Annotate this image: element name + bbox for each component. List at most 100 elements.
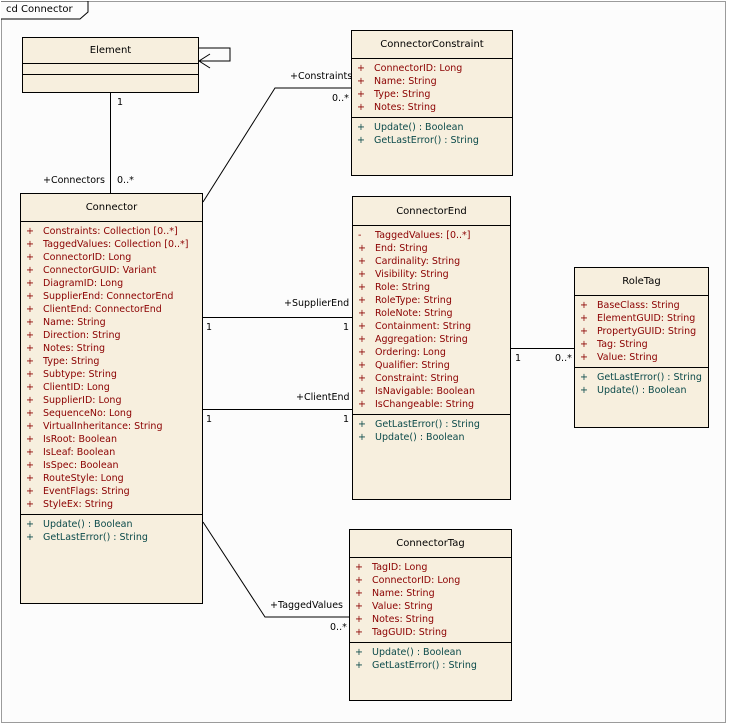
operation-row: + GetLastError() : String <box>21 531 202 544</box>
visibility-marker: + <box>26 408 34 419</box>
attribute-row: + ClientID: Long <box>21 381 202 394</box>
attribute-row: + IsLeaf: Boolean <box>21 446 202 459</box>
visibility-marker: + <box>26 460 34 471</box>
attribute-text: Name: String <box>374 76 437 87</box>
class-role-tag[interactable]: RoleTag + BaseClass: String + ElementGUID:… <box>574 267 709 428</box>
client-end-mult-right: 1 <box>343 414 350 425</box>
attributes-section: + ConnectorID: Long + Name: String + Type: … <box>352 59 512 118</box>
element-multiplicity: 1 <box>117 97 124 108</box>
supplier-end-mult-left: 1 <box>206 322 213 333</box>
attribute-text: Tag: String <box>597 339 648 350</box>
class-name: ConnectorEnd <box>353 197 510 226</box>
attribute-row: - TaggedValues: [0..*] <box>353 229 510 242</box>
attribute-text: Role: String <box>375 282 431 293</box>
assoc-element-self <box>199 47 231 62</box>
visibility-marker: + <box>355 627 363 638</box>
attribute-row: + Notes: String <box>352 101 512 114</box>
attribute-text: Notes: String <box>43 343 106 354</box>
attribute-text: Value: String <box>372 601 433 612</box>
attribute-text: TagGUID: String <box>372 627 448 638</box>
visibility-marker: + <box>26 486 34 497</box>
client-end-mult-left: 1 <box>206 414 213 425</box>
visibility-marker: + <box>357 122 365 133</box>
operation-row: + Update() : Boolean <box>21 518 202 531</box>
attribute-text: IsRoot: Boolean <box>43 434 117 445</box>
attribute-text: Name: String <box>43 317 106 328</box>
constraints-role-label: +Constraints <box>290 71 353 82</box>
attribute-text: IsNavigable: Boolean <box>375 386 475 397</box>
supplier-end-mult-right: 1 <box>343 322 350 333</box>
attribute-row: + Value: String <box>350 600 511 613</box>
visibility-marker: + <box>26 226 34 237</box>
attribute-row: + StyleEx: String <box>21 498 202 511</box>
attributes-section: + BaseClass: String + ElementGUID: String … <box>575 296 708 368</box>
attribute-row: + Qualifier: String <box>353 359 510 372</box>
attribute-text: ConnectorID: Long <box>43 252 132 263</box>
visibility-marker: + <box>580 300 588 311</box>
visibility-marker: + <box>26 291 34 302</box>
attribute-row: + Tag: String <box>575 338 708 351</box>
visibility-marker: + <box>358 399 366 410</box>
operation-row: + GetLastError() : String <box>575 371 708 384</box>
visibility-marker: + <box>358 386 366 397</box>
visibility-marker: + <box>580 372 588 383</box>
attribute-text: Aggregation: String <box>375 334 468 345</box>
attribute-text: IsChangeable: String <box>375 399 475 410</box>
attribute-row: + ConnectorID: Long <box>352 62 512 75</box>
attribute-row: + VirtualInheritance: String <box>21 420 202 433</box>
diagram-canvas: cd Connector Element ConnectorConstraint… <box>0 0 729 726</box>
connectors-role-label: +Connectors <box>43 175 105 186</box>
class-connector-tag[interactable]: ConnectorTag + TagID: Long + ConnectorID: … <box>349 529 512 701</box>
attribute-text: BaseClass: String <box>597 300 680 311</box>
attribute-text: Subtype: String <box>43 369 117 380</box>
attribute-text: ConnectorID: Long <box>372 575 461 586</box>
attribute-row: + Notes: String <box>21 342 202 355</box>
class-connector[interactable]: Connector + Constraints: Collection [0..*… <box>20 193 203 604</box>
operation-text: Update() : Boolean <box>372 647 462 658</box>
supplier-end-role-label: +SupplierEnd <box>284 298 350 309</box>
class-name: ConnectorTag <box>350 530 511 558</box>
attribute-text: Ordering: Long <box>375 347 446 358</box>
visibility-marker: + <box>358 347 366 358</box>
visibility-marker: + <box>580 339 588 350</box>
attribute-row: + Visibility: String <box>353 268 510 281</box>
attribute-row: + Cardinality: String <box>353 255 510 268</box>
attribute-row: + RoleType: String <box>353 294 510 307</box>
attribute-row: + IsNavigable: Boolean <box>353 385 510 398</box>
visibility-marker: + <box>26 519 34 530</box>
visibility-marker: + <box>26 304 34 315</box>
visibility-marker: + <box>580 326 588 337</box>
attribute-row: + Role: String <box>353 281 510 294</box>
visibility-marker: + <box>357 135 365 146</box>
attribute-text: TaggedValues: Collection [0..*] <box>43 239 189 250</box>
visibility-marker: + <box>358 419 366 430</box>
attribute-row: + TaggedValues: Collection [0..*] <box>21 238 202 251</box>
operation-text: Update() : Boolean <box>43 519 133 530</box>
attribute-row: + IsSpec: Boolean <box>21 459 202 472</box>
visibility-marker: + <box>358 360 366 371</box>
visibility-marker: + <box>355 660 363 671</box>
attribute-text: TaggedValues: [0..*] <box>375 230 471 241</box>
operation-text: GetLastError() : String <box>372 660 477 671</box>
operation-text: Update() : Boolean <box>597 385 687 396</box>
attribute-row: + Subtype: String <box>21 368 202 381</box>
assoc-constraints <box>202 87 352 203</box>
operation-row: + GetLastError() : String <box>353 418 510 431</box>
visibility-marker: + <box>26 395 34 406</box>
attribute-text: VirtualInheritance: String <box>43 421 163 432</box>
class-connector-end[interactable]: ConnectorEnd - TaggedValues: [0..*] + End:… <box>352 196 511 500</box>
class-connector-constraint[interactable]: ConnectorConstraint + ConnectorID: Long +… <box>351 30 513 176</box>
connectors-multiplicity: 0..* <box>117 175 134 186</box>
operations-section: + GetLastError() : String + Update() : Boo… <box>353 415 510 447</box>
tagged-values-multiplicity: 0..* <box>330 622 347 633</box>
class-name: Element <box>23 38 198 64</box>
class-element[interactable]: Element <box>22 37 199 93</box>
visibility-marker: + <box>358 308 366 319</box>
attribute-text: EventFlags: String <box>43 486 130 497</box>
attribute-row: + IsRoot: Boolean <box>21 433 202 446</box>
visibility-marker: + <box>358 334 366 345</box>
visibility-marker: + <box>26 252 34 263</box>
attribute-row: + Constraints: Collection [0..*] <box>21 225 202 238</box>
visibility-marker: + <box>580 385 588 396</box>
attribute-row: + Direction: String <box>21 329 202 342</box>
